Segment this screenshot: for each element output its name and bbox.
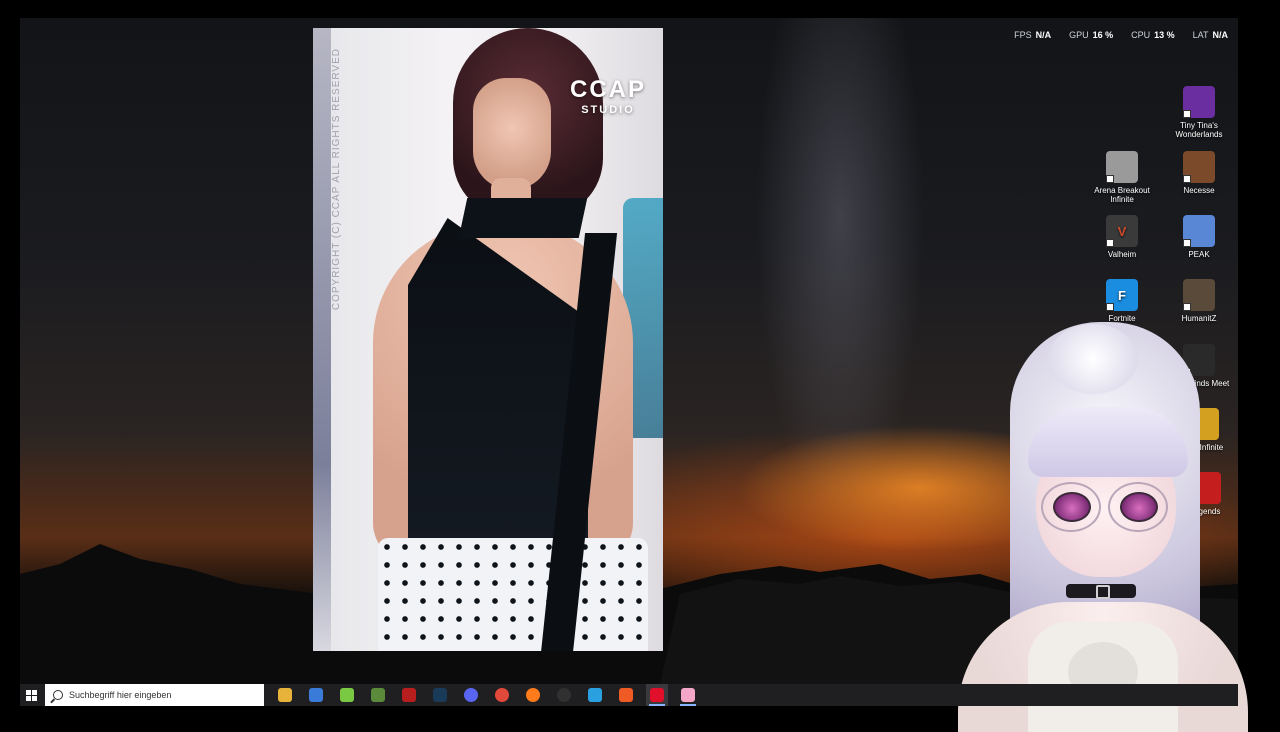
taskbar (20, 684, 1238, 706)
avatar-choker (1066, 584, 1136, 599)
avatar-hair-bun (1048, 324, 1138, 394)
valheim-icon: V (1106, 215, 1138, 247)
model-polka-dot-skirt (378, 538, 648, 651)
ccap-studio-logo: CCAP STUDIO (568, 76, 648, 117)
desktop-icon-tiny-tinas-wonderlands[interactable]: Tiny Tina's Wonderlands (1164, 86, 1234, 139)
taskbar-button-app[interactable] (584, 684, 606, 706)
brave-icon (619, 688, 633, 702)
start-button[interactable] (20, 684, 42, 706)
windows-icon (25, 689, 37, 701)
chrome-icon (495, 688, 509, 702)
lat-value: N/A (1212, 30, 1229, 40)
taskbar-button-game-launcher[interactable] (398, 684, 420, 706)
gpu-label: GPU (1069, 30, 1089, 40)
taskbar-button-vtube-studio[interactable] (677, 684, 699, 706)
fps-value: N/A (1035, 30, 1052, 40)
taskbar-button-minecraft[interactable] (367, 684, 389, 706)
search-icon (53, 690, 63, 700)
desktop-icon-label: Arena Breakout Infinite (1094, 186, 1150, 204)
vtube-studio-icon (681, 688, 695, 702)
android-app-icon (340, 688, 354, 702)
model-face (473, 78, 551, 190)
logo-line2: STUDIO (581, 104, 635, 116)
avatar-glasses-left (1041, 482, 1101, 532)
gpu-value: 16 % (1092, 30, 1114, 40)
photo-window: COPYRIGHT (C) CCAP ALL RIGHTS RESERVED C… (313, 28, 663, 651)
taskbar-button-store[interactable] (305, 684, 327, 706)
cpu-stat: CPU 13 % (1131, 30, 1175, 40)
fps-stat: FPS N/A (1014, 30, 1051, 40)
avatar-glasses-right (1108, 482, 1168, 532)
peak-icon (1183, 215, 1215, 247)
lat-stat: LAT N/A (1193, 30, 1228, 40)
minecraft-icon (371, 688, 385, 702)
desktop-icon-label: Tiny Tina's Wonderlands (1175, 121, 1223, 139)
taskbar-button-opera-gx[interactable] (646, 684, 668, 706)
desktop-icon-label: PEAK (1188, 250, 1210, 259)
desktop-icon-fortnite[interactable]: F Fortnite (1087, 279, 1157, 323)
desktop-icon-valheim[interactable]: V Valheim (1087, 215, 1157, 259)
taskbar-button-obs[interactable] (553, 684, 575, 706)
store-icon (309, 688, 323, 702)
taskbar-button-brave[interactable] (615, 684, 637, 706)
necesse-icon (1183, 151, 1215, 183)
desktop-icon-humanitz[interactable]: HumanitZ (1164, 279, 1234, 323)
search-input[interactable] (69, 690, 249, 700)
taskbar-button-file-explorer[interactable] (274, 684, 296, 706)
desktop-icon-arena-breakout-infinite[interactable]: Arena Breakout Infinite (1087, 151, 1157, 204)
taskbar-button-steam[interactable] (429, 684, 451, 706)
lat-label: LAT (1192, 30, 1209, 40)
steam-icon (433, 688, 447, 702)
desktop-icon-label: Valheim (1107, 250, 1137, 259)
opera-gx-icon (650, 688, 664, 702)
vtuber-avatar (948, 322, 1258, 732)
fortnite-icon: F (1106, 279, 1138, 311)
arena-breakout-infinite-icon (1106, 151, 1138, 183)
taskbar-button-firefox[interactable] (522, 684, 544, 706)
app-icon (588, 688, 602, 702)
desktop-icon-label: Necesse (1183, 186, 1215, 195)
taskbar-button-chrome[interactable] (491, 684, 513, 706)
gpu-stat: GPU 16 % (1069, 30, 1113, 40)
taskbar-search[interactable] (45, 684, 264, 706)
taskbar-button-discord[interactable] (460, 684, 482, 706)
cpu-value: 13 % (1154, 30, 1175, 40)
cpu-label: CPU (1131, 30, 1151, 40)
obs-icon (557, 688, 571, 702)
game-launcher-icon (402, 688, 416, 702)
discord-icon (464, 688, 478, 702)
humanitz-icon (1183, 279, 1215, 311)
taskbar-button-android-app[interactable] (336, 684, 358, 706)
performance-overlay: FPS N/A GPU 16 % CPU 13 % LAT N/A (1014, 30, 1228, 40)
desktop-icon-necesse[interactable]: Necesse (1164, 151, 1234, 195)
taskbar-pinned-apps (274, 684, 699, 706)
desktop-icon-peak[interactable]: PEAK (1164, 215, 1234, 259)
logo-line1: CCAP (569, 76, 646, 103)
firefox-icon (526, 688, 540, 702)
tiny-tinas-wonderlands-icon (1183, 86, 1215, 118)
model-scarf (458, 198, 588, 238)
avatar-bangs (1028, 407, 1188, 477)
fps-label: FPS (1014, 30, 1032, 40)
photo-background-left (313, 28, 331, 651)
photo-watermark: COPYRIGHT (C) CCAP ALL RIGHTS RESERVED (331, 48, 342, 311)
file-explorer-icon (278, 688, 292, 702)
